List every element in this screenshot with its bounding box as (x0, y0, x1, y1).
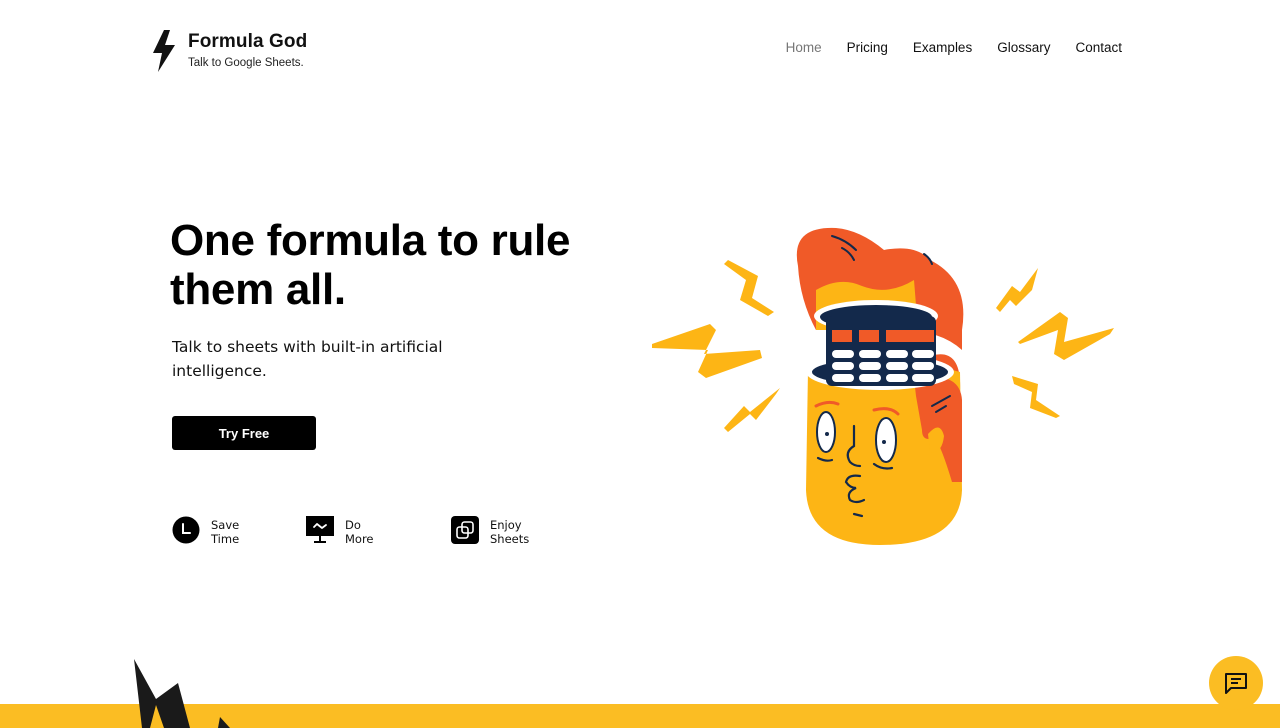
bolt-icon (724, 388, 780, 432)
lightning-bolt-icon (153, 30, 175, 72)
bolt-icon (1012, 376, 1060, 418)
hero-subtitle: Talk to sheets with built-in artificial … (172, 338, 443, 380)
hero-title-line2: them all. (170, 265, 346, 314)
bolt-icon (652, 324, 762, 378)
feature-label: Save Time (211, 518, 240, 546)
logo[interactable]: Formula God Talk to Google Sheets. (150, 28, 307, 74)
try-free-button[interactable]: Try Free (172, 416, 316, 450)
nav-home[interactable]: Home (786, 40, 822, 55)
bolt-icon (996, 268, 1038, 312)
nav-examples[interactable]: Examples (913, 40, 972, 55)
lightning-bolt-icon (134, 659, 230, 728)
site-header: Formula God Talk to Google Sheets. Home … (0, 0, 1280, 96)
feature-label: Enjoy Sheets (490, 518, 530, 546)
bolt-icon (1018, 312, 1114, 360)
hero-title: One formula to rule them all. (170, 216, 600, 314)
lightning-bolts-right (996, 268, 1114, 418)
brand-text: Formula God Talk to Google Sheets. (188, 28, 307, 69)
main-nav: Home Pricing Examples Glossary Contact (761, 40, 1122, 55)
hero-title-line1: One formula to rule (170, 216, 571, 265)
brand-tagline: Talk to Google Sheets. (188, 57, 304, 69)
linked-squares-icon (451, 516, 479, 544)
feature-save-time: Save Time (172, 516, 271, 546)
hero-illustration (652, 227, 1114, 545)
nav-glossary[interactable]: Glossary (997, 40, 1050, 55)
feature-label: Do More (345, 518, 374, 546)
clock-icon (172, 516, 200, 544)
feature-enjoy-sheets: Enjoy Sheets (451, 516, 550, 546)
monitor-chart-icon (306, 516, 334, 543)
feature-list: Save Time Do More Enjoy Sheets (172, 516, 572, 548)
chat-message-icon (1225, 673, 1247, 694)
feature-do-more: Do More (306, 516, 405, 546)
brand-name: Formula God (188, 31, 308, 52)
bolt-icon (724, 260, 774, 316)
chat-button[interactable] (1209, 656, 1263, 710)
nav-contact[interactable]: Contact (1075, 40, 1122, 55)
lightning-bolts-left (652, 260, 780, 432)
nav-pricing[interactable]: Pricing (847, 40, 888, 55)
